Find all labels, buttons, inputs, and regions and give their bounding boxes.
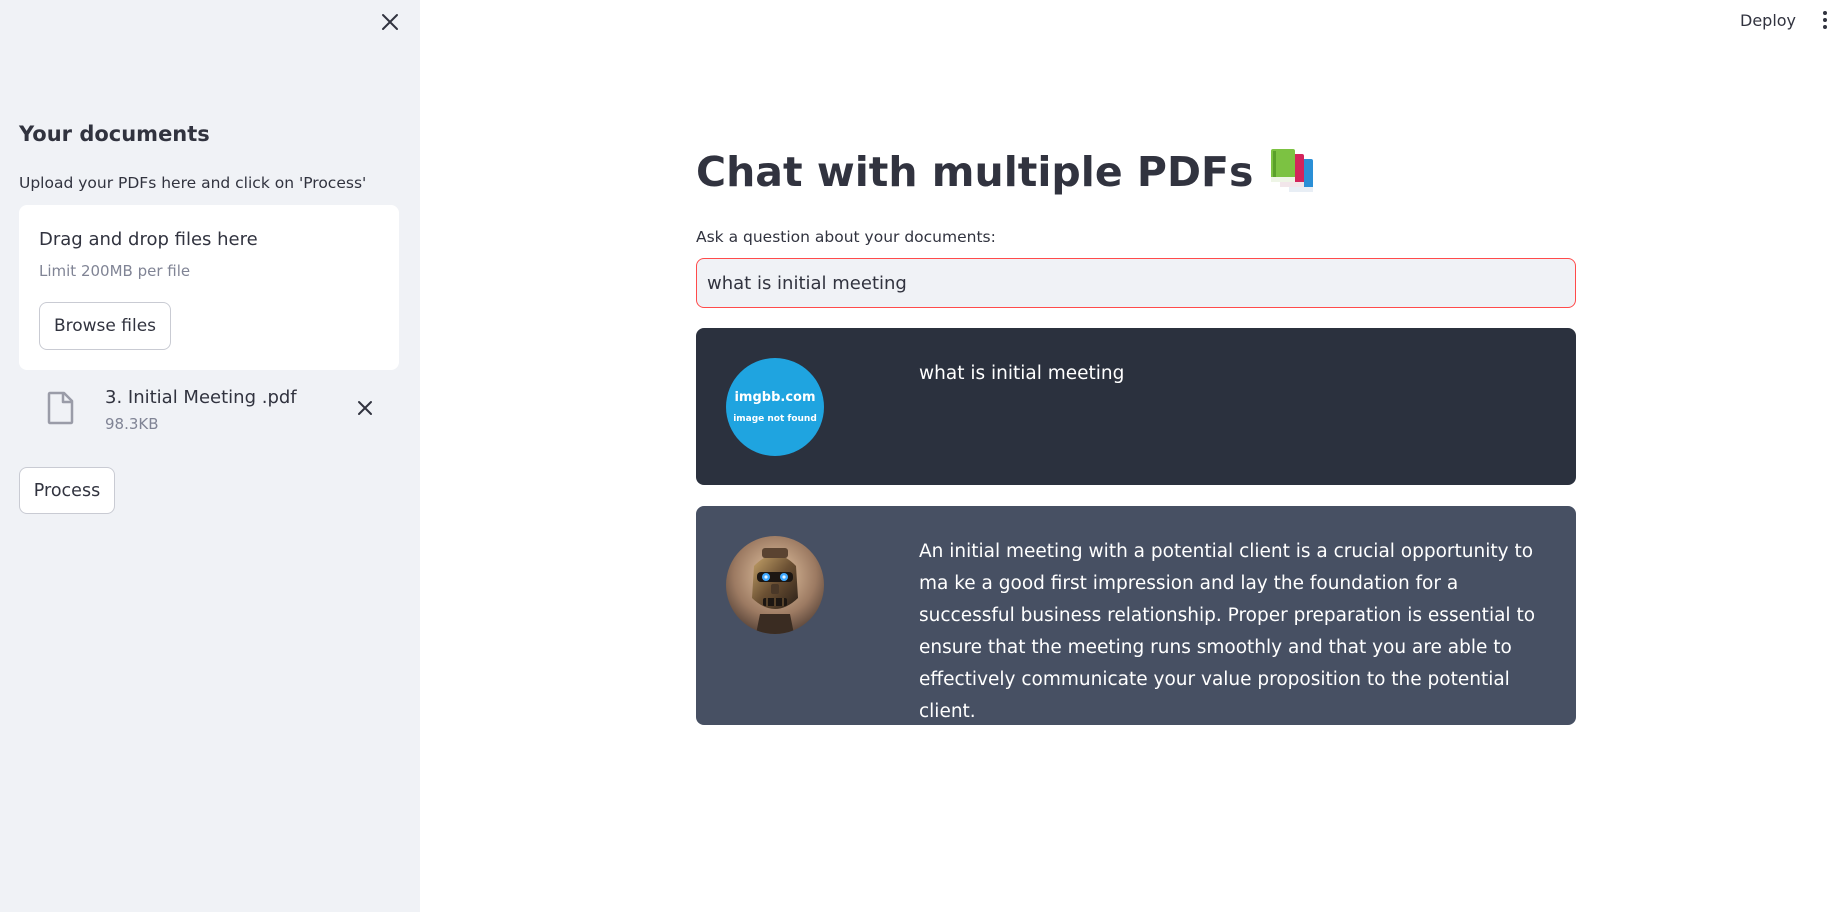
user-message: imgbb.com image not found what is initia… [696,328,1576,485]
robot-icon [726,536,824,634]
bot-message: An initial meeting with a potential clie… [696,506,1576,725]
page-title: Chat with multiple PDFs [696,148,1254,196]
avatar-subtext: image not found [733,414,817,424]
bot-message-text: An initial meeting with a potential clie… [919,541,1536,722]
dropzone-limit: Limit 200MB per file [39,262,191,280]
sidebar: Your documents Upload your PDFs here and… [0,0,420,912]
books-icon [1271,149,1314,192]
remove-file-button[interactable] [352,395,378,421]
file-icon [47,391,74,425]
deploy-button[interactable]: Deploy [1740,8,1796,32]
user-message-text: what is initial meeting [919,363,1125,384]
uploaded-file: 3. Initial Meeting .pdf 98.3KB [19,383,399,443]
robot-avatar [726,536,824,634]
close-icon [382,14,398,30]
browse-files-button[interactable]: Browse files [39,302,171,350]
close-icon [358,401,372,415]
more-vertical-icon [1823,11,1827,15]
file-name: 3. Initial Meeting .pdf [105,387,297,408]
user-avatar: imgbb.com image not found [726,358,824,456]
process-button[interactable]: Process [19,467,115,514]
close-sidebar-button[interactable] [376,8,404,36]
avatar-text: imgbb.com [734,390,816,405]
main-menu-button[interactable] [1818,8,1832,32]
file-size: 98.3KB [105,415,159,433]
sidebar-caption: Upload your PDFs here and click on 'Proc… [19,174,367,192]
dropzone-title: Drag and drop files here [39,229,258,250]
sidebar-heading: Your documents [19,122,210,146]
question-label: Ask a question about your documents: [696,228,996,246]
page-title-row: Chat with multiple PDFs [696,148,1319,196]
file-dropzone[interactable]: Drag and drop files here Limit 200MB per… [19,205,399,370]
question-input[interactable] [696,258,1576,308]
